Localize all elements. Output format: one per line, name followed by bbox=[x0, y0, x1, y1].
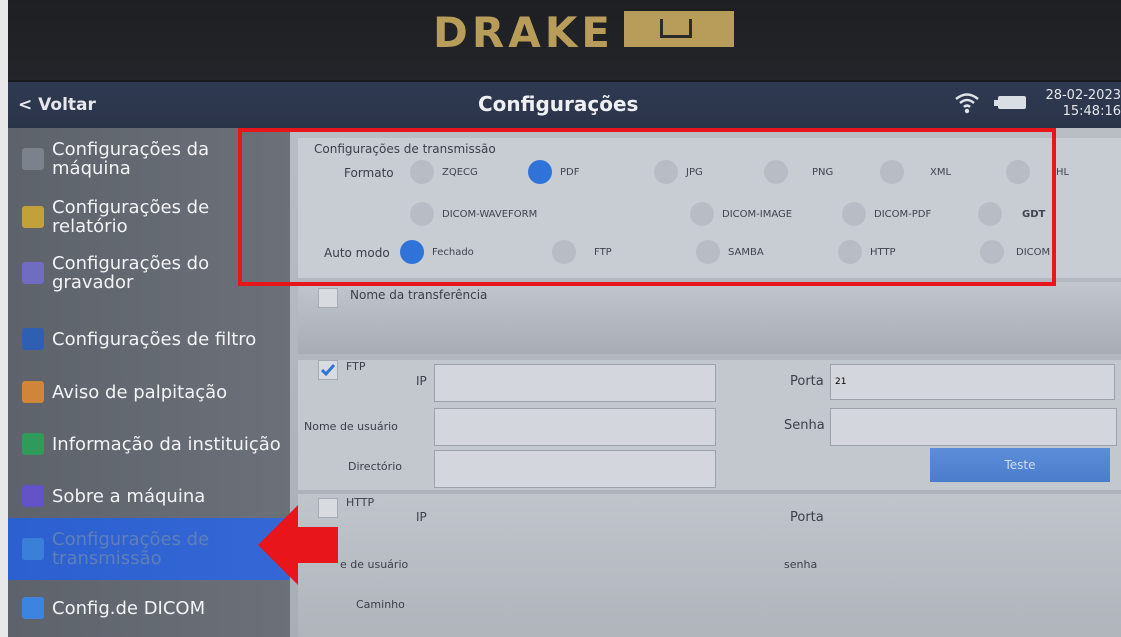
sidebar-item-transmission-settings[interactable]: Configurações de transmissão bbox=[8, 518, 290, 580]
ftp-checkbox[interactable] bbox=[318, 360, 338, 380]
sidebar-item-institution-info[interactable]: Informação da instituição bbox=[8, 433, 290, 455]
sidebar-item-label: Configurações de relatório bbox=[52, 197, 210, 237]
red-arrow-icon bbox=[258, 505, 338, 585]
ftp-user-label: Nome de usuário bbox=[304, 420, 398, 433]
photo-border bbox=[0, 0, 8, 637]
about-machine-icon bbox=[22, 485, 44, 507]
brand-text: DRAKE bbox=[433, 8, 614, 57]
clock: 28-02-2023 15:48:16 bbox=[1036, 88, 1121, 120]
http-ip-label: IP bbox=[416, 510, 427, 524]
time-text: 15:48:16 bbox=[1062, 104, 1121, 119]
filter-settings-icon bbox=[22, 328, 44, 350]
ftp-port-label: Porta bbox=[790, 374, 824, 389]
option-label: HL bbox=[1056, 166, 1070, 178]
transmission-settings-icon bbox=[22, 538, 44, 560]
ftp-port-input[interactable]: 21 bbox=[830, 364, 1115, 400]
transfer-name-panel: Nome da transferência bbox=[298, 282, 1121, 354]
date-text: 28-02-2023 bbox=[1045, 88, 1121, 103]
transfer-name-label: Nome da transferência bbox=[350, 288, 488, 302]
http-port-label: Porta bbox=[790, 510, 824, 525]
device-bezel: DRAKE bbox=[8, 0, 1121, 80]
report-settings-icon bbox=[22, 206, 44, 228]
sidebar-item-label: Configurações de transmissão bbox=[52, 529, 210, 569]
dicom-config-icon bbox=[22, 597, 44, 619]
sidebar-item-label: Configurações de filtro bbox=[52, 328, 257, 350]
ftp-user-input[interactable] bbox=[434, 408, 716, 446]
brand-logo-mark bbox=[623, 10, 734, 47]
http-password-label: senha bbox=[784, 558, 818, 571]
ftp-password-label: Senha bbox=[784, 418, 825, 433]
transfer-name-checkbox[interactable] bbox=[318, 288, 338, 308]
ftp-ip-label: IP bbox=[416, 374, 427, 388]
back-button[interactable]: < Voltar bbox=[18, 95, 96, 115]
sidebar-item-label: Informação da instituição bbox=[52, 433, 281, 455]
http-label: HTTP bbox=[346, 496, 375, 509]
ftp-directory-label: Directório bbox=[348, 460, 402, 473]
machine-settings-icon bbox=[22, 148, 44, 170]
recorder-settings-icon bbox=[22, 262, 44, 284]
highlight-box bbox=[238, 128, 1056, 286]
sidebar-item-dicom-config[interactable]: Config.de DICOM bbox=[8, 597, 290, 619]
page-title: Configurações bbox=[478, 92, 639, 116]
wifi-icon bbox=[955, 93, 979, 114]
top-bar: < Voltar Configurações 28-02-2023 15:48:… bbox=[8, 82, 1121, 128]
http-path-label: Caminho bbox=[356, 598, 405, 611]
http-panel: HTTP IP Porta e de usuário senha Caminho bbox=[298, 494, 1121, 637]
sidebar-item-label: Configurações do gravador bbox=[52, 253, 210, 293]
test-button[interactable]: Teste bbox=[930, 448, 1110, 482]
battery-icon bbox=[994, 96, 1026, 109]
ftp-ip-input[interactable] bbox=[434, 364, 716, 402]
check-icon bbox=[320, 364, 336, 377]
sidebar-item-filter-settings[interactable]: Configurações de filtro bbox=[8, 328, 290, 350]
ftp-directory-input[interactable] bbox=[434, 450, 716, 488]
http-user-label: e de usuário bbox=[340, 558, 409, 571]
sidebar-item-label: Config.de DICOM bbox=[52, 597, 206, 619]
sidebar-item-about-machine[interactable]: Sobre a máquina bbox=[8, 485, 290, 507]
sidebar-item-label: Configurações da máquina bbox=[52, 139, 210, 179]
ftp-label: FTP bbox=[346, 360, 366, 373]
sidebar-item-palpitation-warning[interactable]: Aviso de palpitação bbox=[8, 381, 290, 403]
ftp-password-input[interactable] bbox=[830, 408, 1117, 446]
sidebar-item-label: Sobre a máquina bbox=[52, 485, 206, 507]
institution-info-icon bbox=[22, 433, 44, 455]
brand-logo: DRAKE bbox=[433, 8, 734, 57]
sidebar-item-label: Aviso de palpitação bbox=[52, 381, 228, 403]
palpitation-warning-icon bbox=[22, 381, 44, 403]
